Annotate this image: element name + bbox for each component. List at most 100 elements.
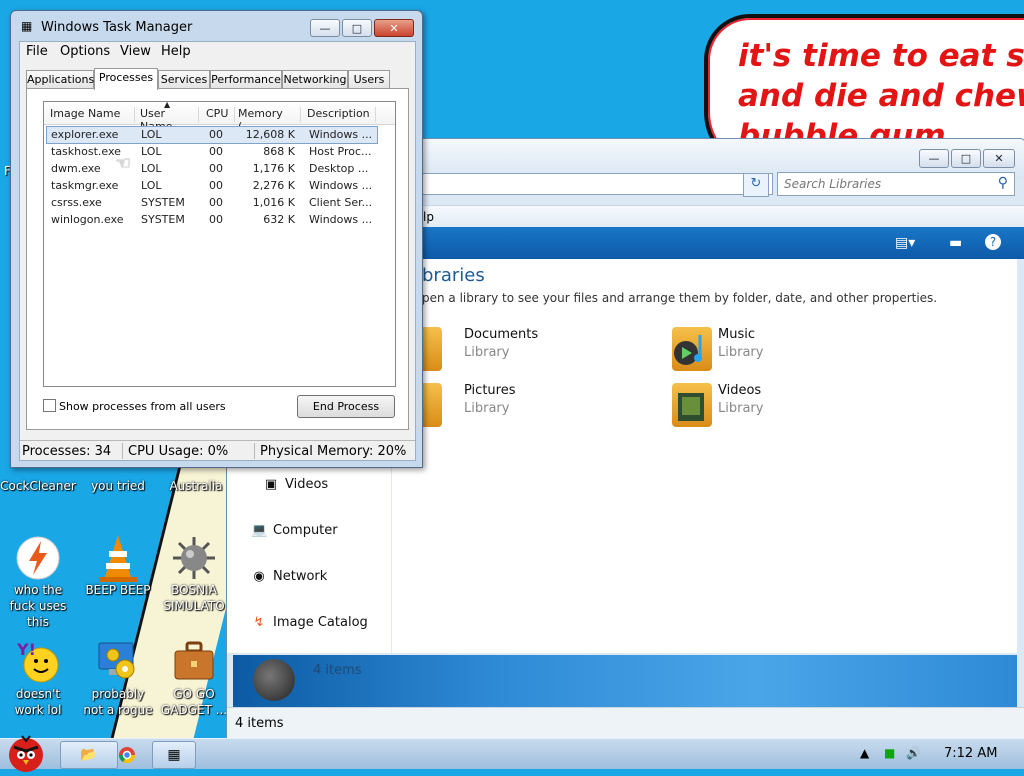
maximize-icon: □ — [960, 152, 972, 165]
tab-processes[interactable]: Processes — [94, 68, 158, 90]
process-row[interactable]: dwm.exe LOL 00 1,176 K Desktop ... — [46, 161, 376, 177]
search-icon[interactable]: ⚲ — [998, 175, 1008, 191]
desktop-icon-label: you tried — [91, 479, 145, 493]
column-header-cpu[interactable]: CPU — [206, 107, 235, 122]
process-image: taskmgr.exe — [51, 179, 119, 192]
process-row[interactable]: csrss.exe SYSTEM 00 1,016 K Client Ser..… — [46, 195, 376, 211]
view-options-icon[interactable]: ▤▾ — [895, 235, 915, 251]
process-cpu: 00 — [209, 162, 223, 175]
desktop-icon-who-uses-this[interactable]: who the fuck uses this — [0, 534, 76, 630]
tab-performance[interactable]: Performance — [210, 70, 282, 89]
desktop-icon-beep-beep[interactable]: BEEP BEEP — [80, 534, 156, 598]
library-name: Documents — [464, 327, 539, 342]
help-icon[interactable]: ? — [985, 234, 1001, 250]
menu-file[interactable]: File — [26, 44, 48, 59]
taskbar-chrome-button[interactable] — [98, 741, 156, 769]
nav-item-videos[interactable]: ▣ Videos — [263, 477, 328, 497]
process-description: Windows ... — [309, 128, 373, 141]
desktop-icon-bosnia-simulator[interactable]: BOSNIA SIMULATO — [156, 534, 232, 614]
network-status-icon[interactable]: ■ — [884, 746, 895, 760]
nav-item-network[interactable]: ◉ Network — [251, 569, 327, 589]
library-name: Music — [718, 327, 755, 342]
music-library-icon — [672, 327, 712, 371]
menu-view[interactable]: View — [120, 44, 151, 59]
yahoo-messenger-icon: Y! — [14, 638, 62, 686]
maximize-icon: □ — [351, 21, 363, 35]
process-user: LOL — [141, 179, 162, 192]
start-button[interactable] — [4, 733, 48, 773]
taskbar-task-manager-button[interactable]: ▦ — [152, 741, 196, 769]
desktop-icon-not-a-rogue[interactable]: probably not a rogue — [80, 638, 156, 718]
show-all-processes-checkbox[interactable]: Show processes from all users — [43, 399, 226, 413]
mouse-cursor-icon: ☜ — [115, 153, 132, 174]
column-header-description[interactable]: Description — [307, 107, 376, 122]
libraries-subheading: pen a library to see your files and arra… — [422, 291, 938, 305]
status-divider — [122, 443, 123, 459]
search-placeholder: Search Libraries — [784, 177, 882, 191]
menu-help[interactable]: Help — [161, 44, 191, 59]
column-header-image-name[interactable]: Image Name — [50, 107, 135, 122]
nav-item-image-catalog[interactable]: ↯ Image Catalog — [251, 615, 368, 635]
angry-bird-start-icon — [9, 735, 43, 772]
library-pictures[interactable]: Pictures Library — [412, 383, 658, 433]
maximize-button[interactable]: □ — [951, 149, 981, 168]
process-memory: 868 K — [263, 145, 295, 158]
preview-pane-icon[interactable]: ▬ — [949, 235, 962, 251]
traffic-cone-icon — [94, 534, 142, 582]
status-processes: Processes: 34 — [22, 444, 112, 459]
show-hidden-icons-icon[interactable]: ▲ — [860, 746, 869, 760]
process-user: LOL — [141, 145, 162, 158]
tab-applications[interactable]: Applications — [26, 70, 94, 89]
task-manager-window-controls: — □ ✕ — [310, 19, 414, 37]
task-manager-body: File Options View Help Applications Proc… — [19, 41, 416, 461]
process-row[interactable]: winlogon.exe SYSTEM 00 632 K Windows ... — [46, 212, 376, 228]
minimize-button[interactable]: — — [919, 149, 949, 168]
menu-options[interactable]: Options — [60, 44, 110, 59]
minimize-icon: — — [928, 152, 940, 165]
videos-library-icon — [672, 383, 712, 427]
nav-item-computer[interactable]: 💻 Computer — [251, 523, 338, 543]
desktop-icon-go-go-gadget[interactable]: GO GO GADGET ... — [156, 638, 232, 718]
library-type: Library — [464, 345, 510, 360]
process-user: LOL — [141, 162, 162, 175]
process-list-header: Image Name User Name CPU Memory (... Des… — [44, 100, 395, 133]
minimize-button[interactable]: — — [310, 19, 340, 37]
menu-help-fragment[interactable]: lp — [423, 210, 434, 224]
volume-icon[interactable]: 🔊 — [906, 746, 921, 760]
desktop-icon-label: probably not a rogue — [83, 687, 153, 717]
process-memory: 1,176 K — [252, 162, 295, 175]
sort-arrow-icon: ▲ — [164, 100, 171, 109]
close-button[interactable]: ✕ — [983, 149, 1015, 168]
task-manager-window[interactable]: ▦ Windows Task Manager — □ ✕ File Option… — [10, 10, 423, 468]
library-videos[interactable]: Videos Library — [672, 383, 912, 433]
process-list[interactable]: Image Name User Name CPU Memory (... Des… — [43, 100, 396, 387]
library-music[interactable]: Music Library — [672, 327, 912, 377]
desktop-icon-doesnt-work[interactable]: Y! doesn't work lol — [0, 638, 76, 718]
tab-services[interactable]: Services — [158, 70, 210, 89]
process-row[interactable]: taskmgr.exe LOL 00 2,276 K Windows ... — [46, 178, 376, 194]
refresh-button[interactable]: ↻ — [743, 173, 769, 197]
process-memory: 632 K — [263, 213, 295, 226]
desktop-icon-label: Australia — [169, 479, 223, 493]
close-button[interactable]: ✕ — [374, 19, 414, 37]
maximize-button[interactable]: □ — [342, 19, 372, 37]
column-header-memory[interactable]: Memory (... — [238, 107, 301, 133]
search-input[interactable]: Search Libraries ⚲ — [777, 172, 1015, 196]
taskbar-clock[interactable]: 7:12 AM — [944, 746, 997, 761]
process-image: taskhost.exe — [51, 145, 121, 158]
end-process-button[interactable]: End Process — [297, 395, 395, 418]
process-cpu: 00 — [209, 179, 223, 192]
task-manager-menubar: File Options View Help — [20, 42, 415, 62]
process-user: LOL — [141, 128, 162, 141]
process-row[interactable]: explorer.exe LOL 00 12,608 K Windows ... — [46, 126, 378, 144]
processes-panel: Image Name User Name CPU Memory (... Des… — [26, 88, 409, 430]
process-cpu: 00 — [209, 196, 223, 209]
tab-networking[interactable]: Networking — [282, 70, 348, 89]
briefcase-icon — [170, 638, 218, 686]
network-icon: ◉ — [253, 569, 265, 584]
process-row[interactable]: taskhost.exe LOL 00 868 K Host Proc... — [46, 144, 376, 160]
checkbox-box[interactable] — [43, 399, 56, 412]
tab-users[interactable]: Users — [348, 70, 390, 89]
library-documents[interactable]: Documents Library — [412, 327, 658, 377]
chrome-icon — [118, 747, 136, 764]
